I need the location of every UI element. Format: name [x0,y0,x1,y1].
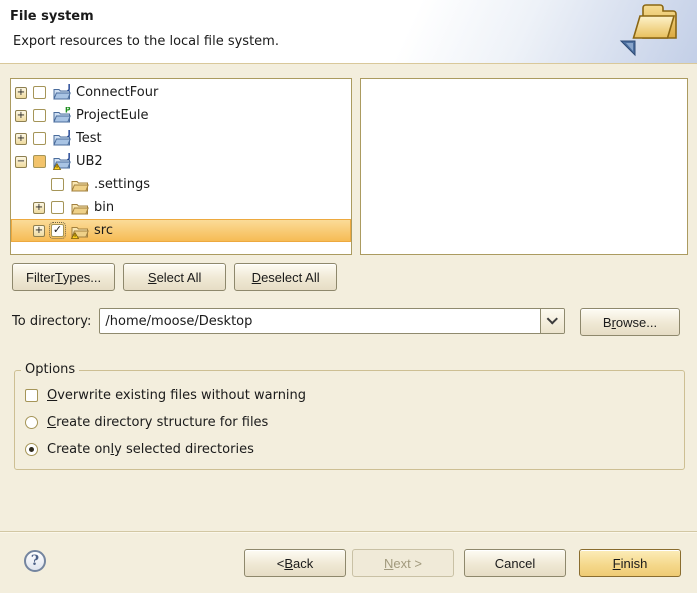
tree-row-bin[interactable]: + bin [11,196,351,219]
tree-checkbox[interactable] [33,86,46,99]
folder-icon [70,199,89,216]
tree-row-settings[interactable]: .settings [11,173,351,196]
to-directory-label: To directory: [12,314,91,329]
tree-checkbox[interactable] [33,109,46,122]
page-description: Export resources to the local file syste… [13,34,279,49]
collapse-icon[interactable]: − [15,156,27,168]
browse-button[interactable]: Browse... [580,308,680,336]
help-button[interactable]: ? [24,550,46,572]
selection-button-row: Filter Types... Select All Deselect All [12,263,337,291]
help-icon: ? [31,553,39,569]
tree-item-label: ProjectEule [76,108,149,123]
options-group-label: Options [21,362,79,377]
next-button[interactable]: Next > [352,549,454,577]
folder-icon [70,222,89,239]
create-selected-option-row[interactable]: Create only selected directories [25,439,684,459]
tree-item-label: src [94,223,113,238]
create-structure-label: Create directory structure for files [47,415,268,430]
java-project-folder-icon: J [52,84,71,101]
options-group: Options Overwrite existing files without… [14,370,685,470]
java-project-folder-icon: J [52,153,71,170]
finish-button[interactable]: Finish [579,549,681,577]
expand-icon[interactable]: + [15,110,27,122]
cancel-button[interactable]: Cancel [464,549,566,577]
tree-row-ub2[interactable]: − J UB2 [11,150,351,173]
svg-text:J: J [67,130,71,138]
tree-item-label: bin [94,200,114,215]
tree-item-label: ConnectFour [76,85,158,100]
destination-row: To directory: Browse... [12,308,688,334]
svg-text:P: P [65,107,71,115]
export-folder-icon [611,1,693,65]
resource-tree[interactable]: + J ConnectFour + P ProjectEule + J Test − J UB2 .se… [10,78,352,255]
tree-item-label: Test [76,131,102,146]
deselect-all-button[interactable]: Deselect All [234,263,337,291]
back-button[interactable]: < Back [244,549,346,577]
overwrite-checkbox[interactable] [25,389,38,402]
filter-types-button[interactable]: Filter Types... [12,263,115,291]
tree-checkbox[interactable] [33,132,46,145]
create-structure-radio[interactable] [25,416,38,429]
footer-separator [0,531,697,533]
page-title: File system [10,9,94,24]
wizard-button-row: < Back Next > Cancel Finish [244,549,681,577]
tree-item-label: .settings [94,177,150,192]
create-structure-option-row[interactable]: Create directory structure for files [25,412,684,432]
expand-icon[interactable]: + [15,133,27,145]
create-selected-label: Create only selected directories [47,442,254,457]
directory-input[interactable] [100,309,540,333]
svg-text:J: J [67,84,71,92]
java-project-folder-icon: P [52,107,71,124]
tree-row-connectfour[interactable]: + J ConnectFour [11,81,351,104]
overwrite-label: Overwrite existing files without warning [47,388,306,403]
java-project-folder-icon: J [52,130,71,147]
svg-text:J: J [67,153,71,161]
tree-checkbox[interactable] [51,178,64,191]
tree-checkbox[interactable] [51,201,64,214]
tree-checkbox[interactable] [51,224,64,237]
directory-dropdown-button[interactable] [540,309,564,333]
expand-icon[interactable]: + [33,225,45,237]
resource-file-list[interactable] [360,78,688,255]
tree-checkbox[interactable] [33,155,46,168]
tree-item-label: UB2 [76,154,103,169]
directory-combo [99,308,565,334]
expand-icon[interactable]: + [15,87,27,99]
tree-row-src[interactable]: + src [11,219,351,242]
overwrite-option-row[interactable]: Overwrite existing files without warning [25,385,684,405]
select-all-button[interactable]: Select All [123,263,226,291]
tree-row-test[interactable]: + J Test [11,127,351,150]
chevron-down-icon [547,313,558,324]
tree-row-projecteule[interactable]: + P ProjectEule [11,104,351,127]
wizard-banner: File system Export resources to the loca… [0,0,697,64]
expand-icon[interactable]: + [33,202,45,214]
create-selected-radio[interactable] [25,443,38,456]
folder-icon [70,176,89,193]
